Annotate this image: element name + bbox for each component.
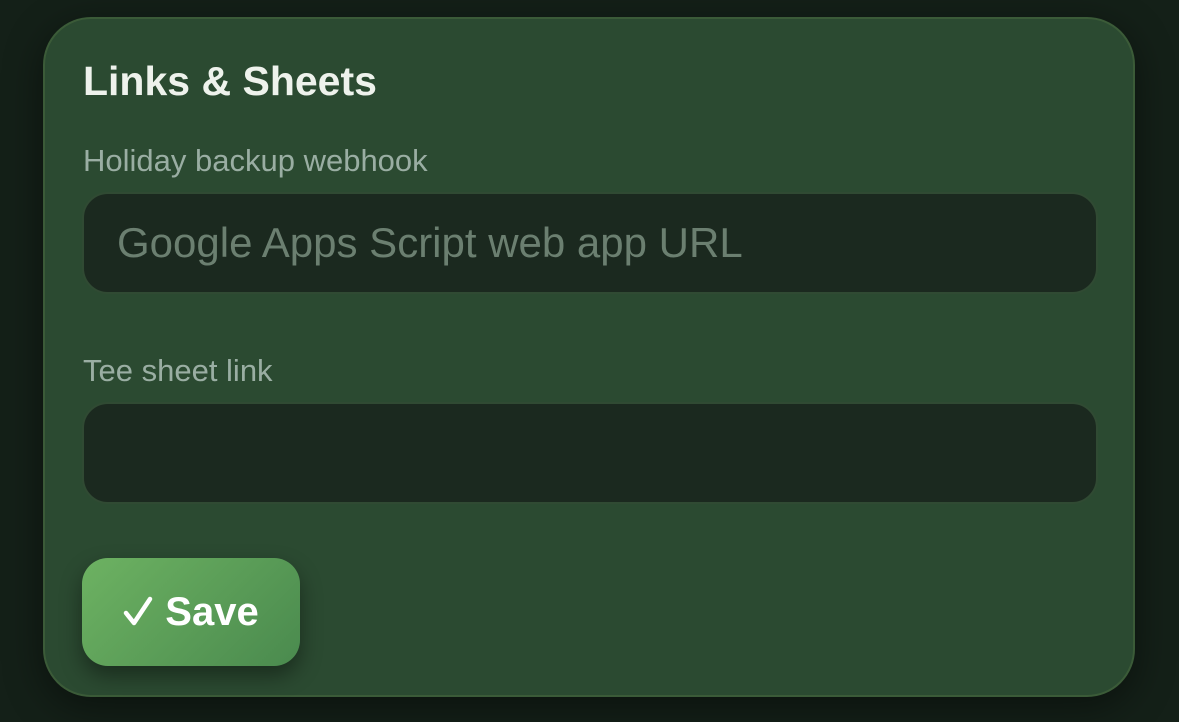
tee-sheet-link-input[interactable] — [82, 402, 1098, 504]
webhook-label: Holiday backup webhook — [83, 143, 428, 178]
save-button[interactable]: Save — [82, 558, 300, 666]
check-icon — [123, 595, 153, 629]
webhook-url-input[interactable] — [82, 192, 1098, 294]
tee-sheet-label: Tee sheet link — [83, 353, 273, 388]
save-button-label: Save — [165, 589, 259, 634]
links-sheets-card: Links & Sheets Holiday backup webhook Te… — [43, 17, 1135, 697]
card-title: Links & Sheets — [83, 58, 377, 104]
